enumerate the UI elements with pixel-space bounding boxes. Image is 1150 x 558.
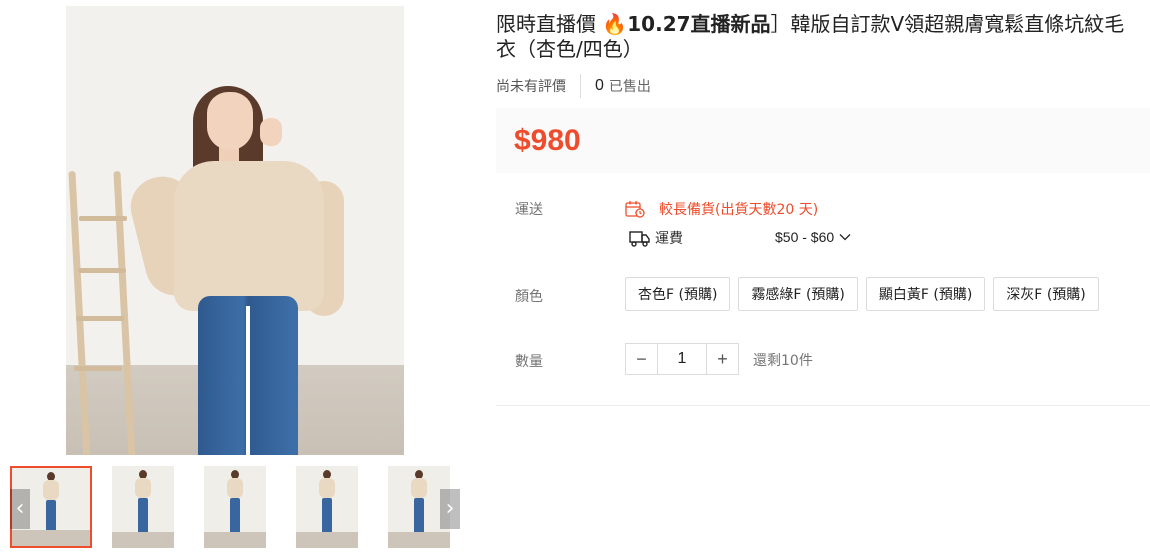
rating-text: 尚未有評價 <box>496 79 566 95</box>
thumb-floor <box>112 532 174 548</box>
stock-remaining: 還剩10件 <box>753 353 813 369</box>
price-box: $980 <box>496 108 1150 173</box>
color-label: 顏色 <box>515 289 543 305</box>
model-jeans <box>198 296 298 455</box>
product-title: 限時直播價 🔥10.27直播新品］韓版自訂款V領超親膚寬鬆直條坑紋毛衣（杏色/四… <box>496 12 1136 62</box>
color-option-grey[interactable]: 深灰F (預購) <box>993 277 1099 311</box>
quantity-label: 數量 <box>515 354 543 370</box>
color-option-apricot[interactable]: 杏色F (預購) <box>625 277 731 311</box>
title-highlight: 10.27直播新品 <box>627 12 771 36</box>
model-face <box>207 92 253 150</box>
thumb-figure <box>227 478 243 498</box>
thumb-figure <box>319 478 335 498</box>
chevron-right-icon[interactable]: › <box>440 489 460 529</box>
shipping-fee-row: 運費 <box>629 228 683 248</box>
shipping-fee-value: $50 - $60 <box>775 229 835 245</box>
shipping-fee-dropdown[interactable]: $50 - $60 <box>775 229 852 245</box>
thumbnail-image[interactable] <box>204 466 266 548</box>
thumb-floor <box>388 532 450 548</box>
quantity-stepper: − 1 + <box>625 343 739 375</box>
fire-icon: 🔥 <box>602 12 628 36</box>
thumb-floor <box>12 530 90 546</box>
thumb-figure <box>43 480 59 500</box>
calendar-clock-icon <box>625 201 645 218</box>
chevron-down-icon <box>839 234 851 241</box>
truck-icon <box>629 231 650 247</box>
shipping-warning: 較長備貨(出貨天數20 天) <box>625 199 818 219</box>
increase-button[interactable]: + <box>707 344 738 374</box>
thumbnail-image[interactable] <box>112 466 174 548</box>
model-sweater <box>174 161 324 311</box>
sold-count: 0 <box>595 77 604 94</box>
color-option-yellow[interactable]: 顯白黃F (預購) <box>865 277 986 311</box>
chevron-left-icon[interactable]: ‹ <box>10 489 30 529</box>
thumbnail-image[interactable] <box>296 466 358 548</box>
thumbnail-strip <box>10 466 460 548</box>
sold-label: 已售出 <box>608 79 651 95</box>
shipping-warning-text: 較長備貨(出貨天數20 天) <box>659 202 819 218</box>
divider <box>496 405 1150 406</box>
title-prefix: 限時直播價 <box>496 12 603 36</box>
ladder-step <box>76 316 124 321</box>
thumb-floor <box>296 532 358 548</box>
shipping-label: 運送 <box>515 202 543 218</box>
thumb-floor <box>204 532 266 548</box>
thumb-figure <box>411 478 427 498</box>
price: $980 <box>514 123 581 157</box>
model-hand <box>260 118 282 146</box>
decrease-button[interactable]: − <box>626 344 657 374</box>
product-main-image[interactable] <box>66 6 404 455</box>
rating-row: 尚未有評價 0 已售出 <box>496 74 651 98</box>
thumb-figure <box>135 478 151 498</box>
ladder-step <box>74 366 122 371</box>
ladder-step <box>79 216 127 221</box>
ladder-step <box>78 268 126 273</box>
color-options: 杏色F (預購) 霧感綠F (預購) 顯白黃F (預購) 深灰F (預購) <box>625 277 1107 311</box>
shipping-fee-label: 運費 <box>655 231 683 247</box>
divider <box>580 74 581 98</box>
color-option-green[interactable]: 霧感綠F (預購) <box>738 277 858 311</box>
product-page: ‹ › 限時直播價 🔥10.27直播新品］韓版自訂款V領超親膚寬鬆直條坑紋毛衣（… <box>0 0 1150 558</box>
quantity-input[interactable]: 1 <box>657 344 707 374</box>
